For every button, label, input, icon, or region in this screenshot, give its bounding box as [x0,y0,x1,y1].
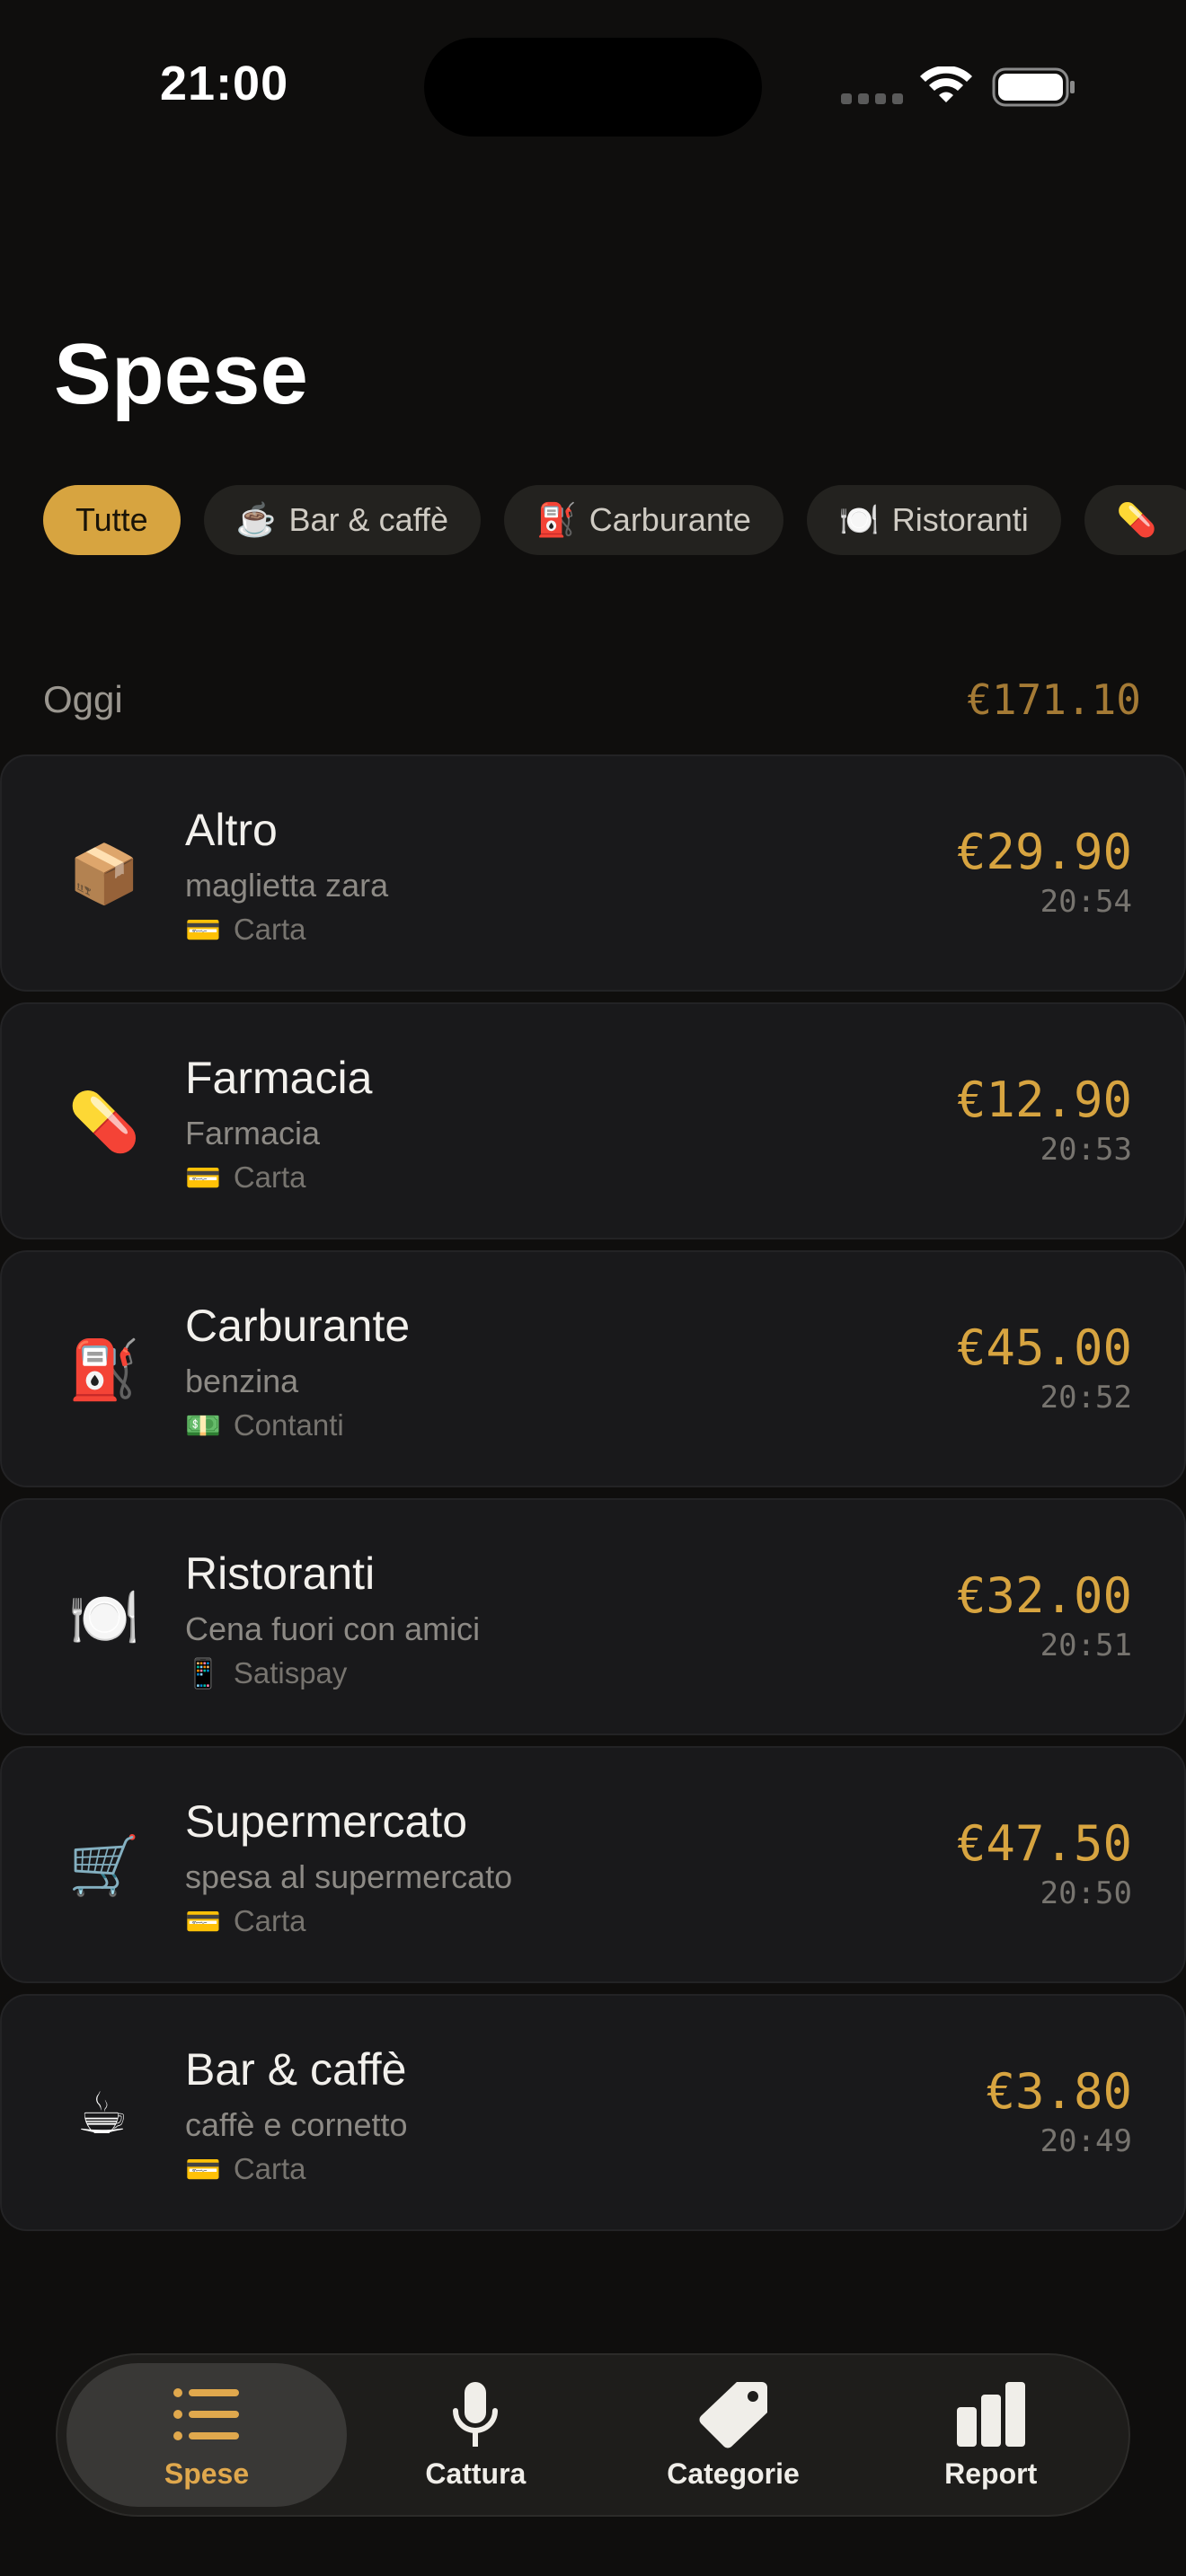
payment-method-label: Carta [233,1160,306,1194]
section-total: €171.10 [967,675,1141,724]
expense-category: Altro [185,805,278,855]
tab-label: Categorie [667,2457,800,2490]
tab-cattura[interactable]: Cattura [347,2363,605,2507]
expense-row[interactable]: ☕ Bar & caffè caffè e cornetto 💳 Carta €… [0,1994,1186,2231]
tab-report[interactable]: Report [862,2363,1120,2507]
chip-label: Bar & caffè [288,501,448,538]
credit-card-icon: 💳 [185,1161,221,1194]
tag-icon [699,2381,767,2448]
package-icon: 📦 [68,842,140,908]
expense-time: 20:54 [1040,884,1132,920]
expense-amount: €45.00 [956,1319,1132,1376]
credit-card-icon: 💳 [185,913,221,946]
battery-icon [992,67,1075,107]
page-title: Spese [54,326,308,422]
filter-chip-ristoranti[interactable]: 🍽️ Ristoranti [806,485,1061,555]
expense-note: Cena fuori con amici [185,1610,481,1647]
expense-time: 20:51 [1040,1628,1132,1663]
tab-spese[interactable]: Spese [66,2363,347,2507]
filter-chips: Tutte ☕ Bar & caffè ⛽ Carburante 🍽️ Rist… [43,485,1186,555]
shopping-cart-icon: 🛒 [68,1833,140,1900]
expense-list: 📦 Altro maglietta zara 💳 Carta €29.90 20… [0,754,1186,2242]
payment-method: 💳 Carta [185,1902,512,1940]
plate-cutlery-icon: 🍽️ [68,1585,140,1652]
expense-note: caffè e cornetto [185,2106,408,2143]
payment-method-label: Carta [233,1904,306,1937]
payment-method: 💳 Carta [185,911,388,948]
payment-method-label: Contanti [233,1408,344,1442]
expense-note: spesa al supermercato [185,1858,513,1895]
expense-category: Farmacia [185,1053,373,1103]
fuel-pump-icon: ⛽ [68,1337,140,1404]
expense-amount: €32.00 [956,1567,1132,1624]
filter-chip-all[interactable]: Tutte [43,485,181,555]
tab-categorie[interactable]: Categorie [605,2363,863,2507]
bar-chart-icon [956,2381,1025,2447]
expense-time: 20:50 [1040,1875,1132,1911]
plate-cutlery-icon: 🍽️ [838,501,880,538]
coffee-icon: ☕ [76,2081,128,2148]
payment-method-label: Carta [233,913,306,946]
payment-method: 💳 Carta [185,1159,372,1196]
status-bar: 21:00 [0,0,1186,180]
fuel-pump-icon: ⛽ [535,501,577,538]
expense-row[interactable]: ⛽ Carburante benzina 💵 Contanti €45.00 2… [0,1250,1186,1487]
chip-label: Ristoranti [891,501,1029,538]
expense-amount: €29.90 [956,824,1132,880]
expense-note: benzina [185,1363,299,1399]
expense-note: maglietta zara [185,867,389,904]
expense-time: 20:49 [1040,2123,1132,2159]
filter-chip-farmacia[interactable]: 💊 [1084,485,1186,555]
payment-method-label: Satispay [233,1656,348,1689]
section-title: Oggi [43,678,123,720]
tab-label: Cattura [425,2457,527,2490]
payment-method-label: Carta [233,2152,306,2185]
payment-method: 💳 Carta [185,2150,408,2188]
microphone-icon [453,2381,499,2447]
filter-chip-carburante[interactable]: ⛽ Carburante [503,485,783,555]
filter-chip-bar-caffe[interactable]: ☕ Bar & caffè [203,485,481,555]
tab-label: Report [944,2457,1038,2490]
expense-category: Supermercato [185,1796,468,1847]
tab-label: Spese [164,2457,250,2490]
payment-method: 💵 Contanti [185,1407,410,1444]
status-time: 21:00 [160,57,289,110]
mobile-phone-icon: 📱 [185,1657,221,1689]
list-icon [173,2387,239,2440]
expense-row[interactable]: 🍽️ Ristoranti Cena fuori con amici 📱 Sat… [0,1498,1186,1735]
expense-category: Ristoranti [185,1548,376,1599]
expense-time: 20:53 [1040,1132,1132,1168]
expense-row[interactable]: 📦 Altro maglietta zara 💳 Carta €29.90 20… [0,754,1186,992]
expense-category: Carburante [185,1301,411,1351]
expense-amount: €12.90 [956,1072,1132,1128]
expense-row[interactable]: 💊 Farmacia Farmacia 💳 Carta €12.90 20:53 [0,1002,1186,1239]
chip-label: Tutte [75,501,148,538]
dynamic-island [424,38,762,137]
payment-method: 📱 Satispay [185,1654,480,1692]
tab-bar: Spese Cattura Categorie Report [56,2353,1130,2517]
wifi-icon [920,66,972,102]
pill-icon: 💊 [68,1090,140,1156]
chip-label: Carburante [589,501,751,538]
expense-row[interactable]: 🛒 Supermercato spesa al supermercato 💳 C… [0,1746,1186,1983]
expense-amount: €3.80 [986,2063,1132,2120]
section-header-today: Oggi €171.10 [43,675,1141,724]
pill-icon: 💊 [1116,501,1157,538]
coffee-icon: ☕ [235,501,277,538]
expense-amount: €47.50 [956,1815,1132,1872]
credit-card-icon: 💳 [185,1905,221,1937]
expense-time: 20:52 [1040,1380,1132,1416]
credit-card-icon: 💳 [185,2153,221,2185]
expense-note: Farmacia [185,1115,321,1151]
cash-icon: 💵 [185,1409,221,1442]
cellular-signal-icon [841,93,903,104]
expense-category: Bar & caffè [185,2044,407,2095]
